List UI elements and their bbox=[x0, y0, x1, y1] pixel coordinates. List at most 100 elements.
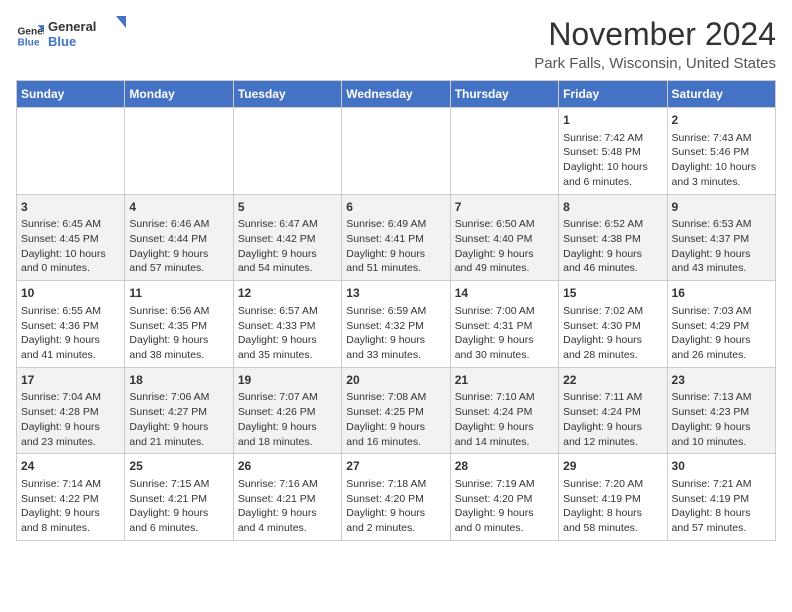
page-header: General Blue General Blue November 2024 … bbox=[16, 16, 776, 72]
day-cell: 7Sunrise: 6:50 AMSunset: 4:40 PMDaylight… bbox=[450, 194, 558, 281]
day-cell bbox=[17, 108, 125, 195]
day-number: 16 bbox=[672, 285, 771, 302]
day-number: 9 bbox=[672, 199, 771, 216]
logo-text: General Blue bbox=[48, 16, 128, 57]
day-number: 24 bbox=[21, 458, 120, 475]
day-cell: 4Sunrise: 6:46 AMSunset: 4:44 PMDaylight… bbox=[125, 194, 233, 281]
day-cell: 20Sunrise: 7:08 AMSunset: 4:25 PMDayligh… bbox=[342, 367, 450, 454]
day-cell: 23Sunrise: 7:13 AMSunset: 4:23 PMDayligh… bbox=[667, 367, 775, 454]
day-number: 28 bbox=[455, 458, 554, 475]
day-cell: 25 Sunrise: 7:15 AMSunset: 4:21 PMDayligh… bbox=[125, 454, 233, 541]
day-info: Sunrise: 7:03 AMSunset: 4:29 PMDaylight:… bbox=[672, 304, 771, 363]
week-row-3: 10Sunrise: 6:55 AMSunset: 4:36 PMDayligh… bbox=[17, 281, 776, 368]
month-title: November 2024 bbox=[534, 16, 776, 53]
day-number: 15 bbox=[563, 285, 662, 302]
day-cell: 5Sunrise: 6:47 AMSunset: 4:42 PMDaylight… bbox=[233, 194, 341, 281]
header-cell-wednesday: Wednesday bbox=[342, 81, 450, 108]
day-number: 4 bbox=[129, 199, 228, 216]
day-cell: 22Sunrise: 7:11 AMSunset: 4:24 PMDayligh… bbox=[559, 367, 667, 454]
day-info: Sunrise: 6:52 AMSunset: 4:38 PMDaylight:… bbox=[563, 217, 662, 276]
header-cell-saturday: Saturday bbox=[667, 81, 775, 108]
day-number: 22 bbox=[563, 372, 662, 389]
day-info: Sunrise: 7:11 AMSunset: 4:24 PMDaylight:… bbox=[563, 390, 662, 449]
day-info: Sunrise: 7:10 AMSunset: 4:24 PMDaylight:… bbox=[455, 390, 554, 449]
day-number: 14 bbox=[455, 285, 554, 302]
day-number: 19 bbox=[238, 372, 337, 389]
day-number: 18 bbox=[129, 372, 228, 389]
day-number: 23 bbox=[672, 372, 771, 389]
day-cell: 14 Sunrise: 7:00 AMSunset: 4:31 PMDayligh… bbox=[450, 281, 558, 368]
day-info: Sunrise: 7:04 AMSunset: 4:28 PMDaylight:… bbox=[21, 390, 120, 449]
title-area: November 2024 Park Falls, Wisconsin, Uni… bbox=[534, 16, 776, 72]
day-info: Sunrise: 6:49 AMSunset: 4:41 PMDaylight:… bbox=[346, 217, 445, 276]
day-cell: 16 Sunrise: 7:03 AMSunset: 4:29 PMDayligh… bbox=[667, 281, 775, 368]
day-cell: 27 Sunrise: 7:18 AMSunset: 4:20 PMDayligh… bbox=[342, 454, 450, 541]
header-cell-friday: Friday bbox=[559, 81, 667, 108]
day-info: Sunrise: 6:50 AMSunset: 4:40 PMDaylight:… bbox=[455, 217, 554, 276]
day-number: 2 bbox=[672, 112, 771, 129]
week-row-4: 17Sunrise: 7:04 AMSunset: 4:28 PMDayligh… bbox=[17, 367, 776, 454]
day-info: Sunrise: 6:59 AMSunset: 4:32 PMDaylight:… bbox=[346, 304, 445, 363]
logo-icon: General Blue bbox=[16, 22, 44, 50]
day-cell: 21Sunrise: 7:10 AMSunset: 4:24 PMDayligh… bbox=[450, 367, 558, 454]
day-number: 30 bbox=[672, 458, 771, 475]
week-row-5: 24 Sunrise: 7:14 AMSunset: 4:22 PMDayligh… bbox=[17, 454, 776, 541]
day-info: Sunrise: 6:56 AMSunset: 4:35 PMDaylight:… bbox=[129, 304, 228, 363]
day-info: Sunrise: 7:00 AMSunset: 4:31 PMDaylight:… bbox=[455, 304, 554, 363]
day-cell: 17Sunrise: 7:04 AMSunset: 4:28 PMDayligh… bbox=[17, 367, 125, 454]
day-cell: 11 Sunrise: 6:56 AMSunset: 4:35 PMDayligh… bbox=[125, 281, 233, 368]
header-cell-tuesday: Tuesday bbox=[233, 81, 341, 108]
day-number: 11 bbox=[129, 285, 228, 302]
week-row-2: 3Sunrise: 6:45 AMSunset: 4:45 PMDaylight… bbox=[17, 194, 776, 281]
day-info: Sunrise: 6:45 AMSunset: 4:45 PMDaylight:… bbox=[21, 217, 120, 276]
day-cell bbox=[450, 108, 558, 195]
logo: General Blue General Blue bbox=[16, 16, 128, 57]
day-cell: 8Sunrise: 6:52 AMSunset: 4:38 PMDaylight… bbox=[559, 194, 667, 281]
day-number: 1 bbox=[563, 112, 662, 129]
day-info: Sunrise: 7:18 AMSunset: 4:20 PMDaylight:… bbox=[346, 477, 445, 536]
day-number: 17 bbox=[21, 372, 120, 389]
day-info: Sunrise: 7:08 AMSunset: 4:25 PMDaylight:… bbox=[346, 390, 445, 449]
day-cell: 19Sunrise: 7:07 AMSunset: 4:26 PMDayligh… bbox=[233, 367, 341, 454]
day-cell: 30Sunrise: 7:21 AMSunset: 4:19 PMDayligh… bbox=[667, 454, 775, 541]
day-number: 20 bbox=[346, 372, 445, 389]
day-cell: 2Sunrise: 7:43 AMSunset: 5:46 PMDaylight… bbox=[667, 108, 775, 195]
day-cell: 6Sunrise: 6:49 AMSunset: 4:41 PMDaylight… bbox=[342, 194, 450, 281]
day-cell bbox=[233, 108, 341, 195]
week-row-1: 1 Sunrise: 7:42 AMSunset: 5:48 PMDaylight… bbox=[17, 108, 776, 195]
svg-text:General: General bbox=[48, 19, 96, 34]
day-info: Sunrise: 6:53 AMSunset: 4:37 PMDaylight:… bbox=[672, 217, 771, 276]
day-info: Sunrise: 7:07 AMSunset: 4:26 PMDaylight:… bbox=[238, 390, 337, 449]
day-info: Sunrise: 7:13 AMSunset: 4:23 PMDaylight:… bbox=[672, 390, 771, 449]
day-number: 3 bbox=[21, 199, 120, 216]
header-cell-sunday: Sunday bbox=[17, 81, 125, 108]
day-cell: 26 Sunrise: 7:16 AMSunset: 4:21 PMDayligh… bbox=[233, 454, 341, 541]
day-info: Sunrise: 7:16 AMSunset: 4:21 PMDaylight:… bbox=[238, 477, 337, 536]
day-cell: 1 Sunrise: 7:42 AMSunset: 5:48 PMDaylight… bbox=[559, 108, 667, 195]
day-cell: 28Sunrise: 7:19 AMSunset: 4:20 PMDayligh… bbox=[450, 454, 558, 541]
day-info: Sunrise: 6:46 AMSunset: 4:44 PMDaylight:… bbox=[129, 217, 228, 276]
day-cell: 24 Sunrise: 7:14 AMSunset: 4:22 PMDayligh… bbox=[17, 454, 125, 541]
header-cell-thursday: Thursday bbox=[450, 81, 558, 108]
day-number: 26 bbox=[238, 458, 337, 475]
svg-text:General: General bbox=[18, 27, 44, 38]
day-cell: 29Sunrise: 7:20 AMSunset: 4:19 PMDayligh… bbox=[559, 454, 667, 541]
day-info: Sunrise: 7:42 AMSunset: 5:48 PMDaylight:… bbox=[563, 131, 662, 190]
day-cell: 15 Sunrise: 7:02 AMSunset: 4:30 PMDayligh… bbox=[559, 281, 667, 368]
day-number: 27 bbox=[346, 458, 445, 475]
day-info: Sunrise: 7:14 AMSunset: 4:22 PMDaylight:… bbox=[21, 477, 120, 536]
svg-text:Blue: Blue bbox=[48, 34, 76, 49]
day-info: Sunrise: 7:15 AMSunset: 4:21 PMDaylight:… bbox=[129, 477, 228, 536]
day-cell bbox=[125, 108, 233, 195]
day-number: 8 bbox=[563, 199, 662, 216]
day-number: 29 bbox=[563, 458, 662, 475]
day-number: 6 bbox=[346, 199, 445, 216]
day-number: 25 bbox=[129, 458, 228, 475]
day-info: Sunrise: 7:02 AMSunset: 4:30 PMDaylight:… bbox=[563, 304, 662, 363]
calendar-table: SundayMondayTuesdayWednesdayThursdayFrid… bbox=[16, 80, 776, 541]
day-info: Sunrise: 7:06 AMSunset: 4:27 PMDaylight:… bbox=[129, 390, 228, 449]
day-cell: 9Sunrise: 6:53 AMSunset: 4:37 PMDaylight… bbox=[667, 194, 775, 281]
day-info: Sunrise: 6:55 AMSunset: 4:36 PMDaylight:… bbox=[21, 304, 120, 363]
day-number: 5 bbox=[238, 199, 337, 216]
day-cell bbox=[342, 108, 450, 195]
